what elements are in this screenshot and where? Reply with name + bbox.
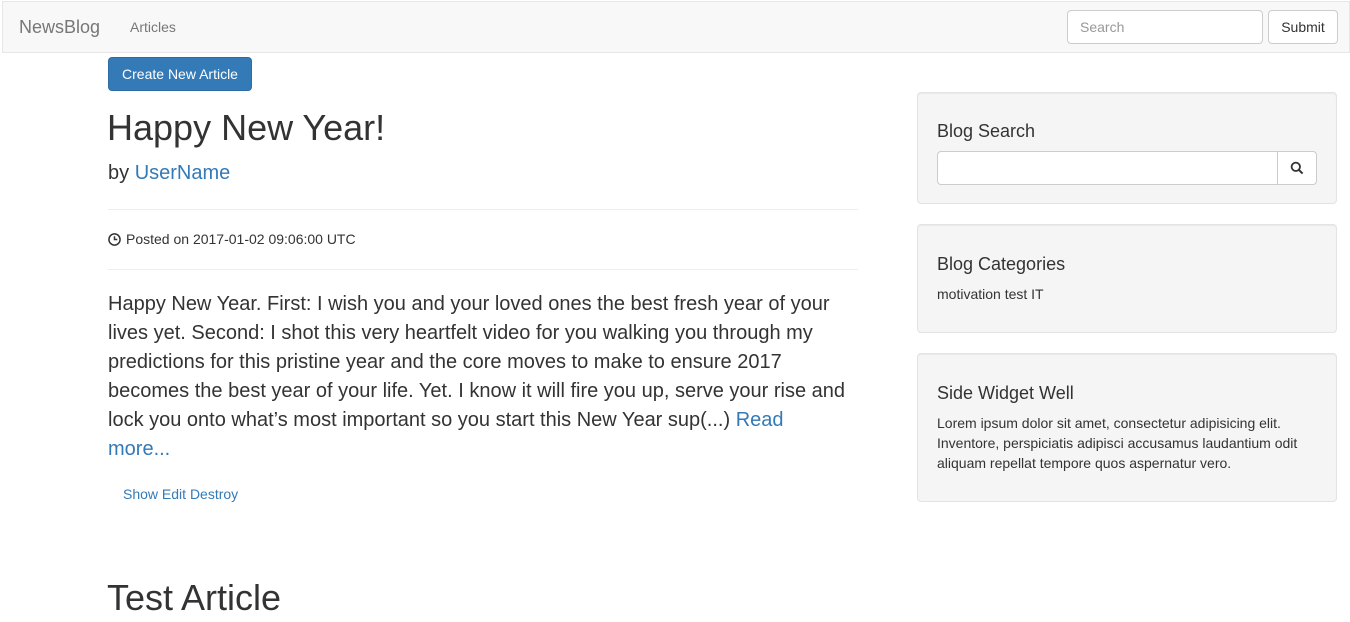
blog-categories-title: Blog Categories <box>937 254 1066 274</box>
blog-search-button[interactable] <box>1277 151 1317 185</box>
side-widget-text: Lorem ipsum dolor sit amet, consectetur … <box>937 415 1298 471</box>
brand-link[interactable]: NewsBlog <box>19 17 100 38</box>
create-article-button[interactable]: Create New Article <box>108 57 252 91</box>
categories-list: motivation test IT <box>937 286 1044 302</box>
top-navbar: NewsBlog Articles Submit <box>2 1 1350 53</box>
navbar-search-input[interactable] <box>1067 10 1263 44</box>
blog-categories-well: Blog Categories motivation test IT <box>917 224 1337 333</box>
byline-prefix: by <box>108 162 130 184</box>
post-byline: by UserName <box>108 162 230 185</box>
next-post-title[interactable]: Test Article <box>107 578 281 618</box>
post-actions: Show Edit Destroy <box>123 486 238 502</box>
blog-search-group <box>937 151 1317 185</box>
side-widget-well: Side Widget Well Lorem ipsum dolor sit a… <box>917 353 1337 502</box>
clock-icon <box>108 232 121 246</box>
divider <box>108 209 858 210</box>
post-excerpt: Happy New Year. First: I wish you and yo… <box>108 290 848 464</box>
divider <box>108 269 858 270</box>
destroy-link[interactable]: Destroy <box>190 486 238 502</box>
post-date: Posted on 2017-01-02 09:06:00 UTC <box>108 231 356 247</box>
post-title: Happy New Year! <box>107 107 386 148</box>
show-link[interactable]: Show <box>123 486 158 502</box>
blog-search-title: Blog Search <box>937 121 1036 141</box>
navbar-submit-button[interactable]: Submit <box>1268 10 1338 44</box>
search-icon <box>1290 161 1304 175</box>
edit-link[interactable]: Edit <box>162 486 186 502</box>
post-body: Happy New Year. First: I wish you and yo… <box>108 293 846 431</box>
author-link[interactable]: UserName <box>135 162 231 184</box>
nav-articles-link[interactable]: Articles <box>130 19 176 35</box>
blog-search-input[interactable] <box>937 151 1277 185</box>
side-widget-title: Side Widget Well <box>937 383 1074 403</box>
blog-search-well: Blog Search <box>917 92 1337 204</box>
posted-on-text: Posted on 2017-01-02 09:06:00 UTC <box>126 231 356 247</box>
